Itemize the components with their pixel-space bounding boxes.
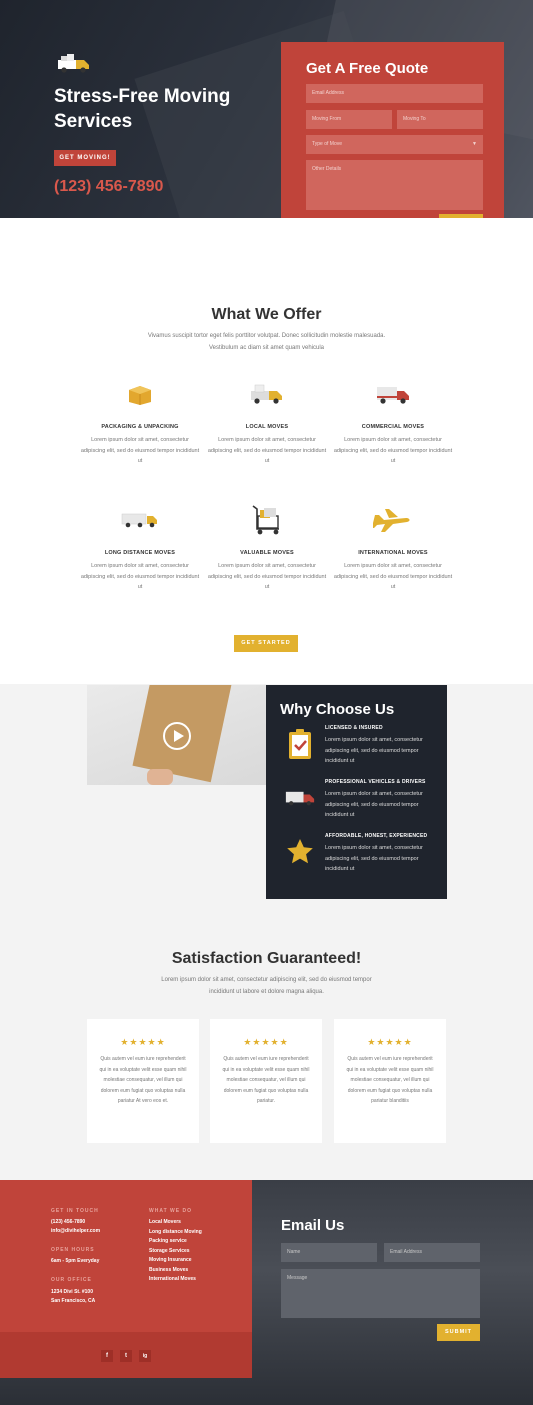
hand-image: [147, 769, 173, 785]
play-icon[interactable]: [163, 722, 191, 750]
star-rating-icon: ★★★★★: [120, 1037, 166, 1047]
our-office-heading: OUR OFFICE: [51, 1277, 92, 1283]
quote-title: Get A Free Quote: [306, 60, 429, 77]
why-choose-us-panel: Why Choose Us LICENSED & INSURED Lorem i…: [266, 685, 447, 899]
why-item-name: AFFORDABLE, HONEST, EXPERIENCED: [325, 833, 428, 839]
open-hours-heading: OPEN HOURS: [51, 1247, 95, 1253]
footer-service-link[interactable]: Moving Insurance: [149, 1256, 192, 1266]
chevron-down-icon: ▼: [472, 141, 477, 147]
service-name: INTERNATIONAL MOVES: [358, 550, 428, 556]
service-name: PACKAGING & UNPACKING: [101, 424, 179, 430]
service-name: COMMERCIAL MOVES: [361, 424, 425, 430]
why-item-name: LICENSED & INSURED: [325, 725, 383, 731]
move-type-label: Type of Move: [312, 141, 343, 147]
star-icon: [285, 837, 315, 867]
truck-icon: [285, 783, 315, 813]
why-item-name: PROFESSIONAL VEHICLES & DRIVERS: [325, 779, 426, 785]
offer-section: What We Offer Vivamus suscipit tortor eg…: [0, 218, 533, 684]
twitter-icon[interactable]: t: [120, 1350, 132, 1362]
satisfaction-title: Satisfaction Guaranteed!: [171, 950, 362, 967]
star-rating-icon: ★★★★★: [367, 1037, 413, 1047]
what-we-do-heading: WHAT WE DO: [149, 1208, 192, 1214]
truck-icon: [58, 54, 89, 73]
clipboard-check-icon: [285, 729, 315, 759]
hero-phone[interactable]: (123) 456-7890: [54, 178, 163, 196]
testimonial-text: Quis autem vel eum iure reprehenderit qu…: [222, 1056, 310, 1104]
footer-service-link[interactable]: Local Movers: [149, 1218, 181, 1228]
red-truck-icon: [333, 380, 453, 408]
footer-service-link[interactable]: Long distance Moving: [149, 1228, 202, 1238]
testimonial-card: ★★★★★ Quis autem vel eum iure reprehende…: [210, 1019, 322, 1143]
footer-service-link[interactable]: International Moves: [149, 1275, 196, 1285]
email-address-field[interactable]: Email Address: [384, 1243, 480, 1262]
instagram-icon[interactable]: ig: [139, 1350, 151, 1362]
message-field[interactable]: Message: [281, 1269, 480, 1318]
other-details-field[interactable]: Other Details: [306, 160, 483, 210]
service-name: LOCAL MOVES: [245, 424, 289, 430]
footer-service-link[interactable]: Business Moves: [149, 1266, 188, 1276]
footer-service-link[interactable]: Storage Services: [149, 1247, 190, 1257]
service-item: LONG DISTANCE MOVES Lorem ipsum dolor si…: [80, 506, 200, 593]
service-desc: Lorem ipsum dolor sit amet, consectetur …: [80, 563, 200, 590]
email-us-title: Email Us: [281, 1217, 345, 1234]
testimonial-card: ★★★★★ Quis autem vel eum iure reprehende…: [87, 1019, 199, 1143]
get-in-touch-heading: GET IN TOUCH: [51, 1208, 99, 1214]
truck-icon: [207, 380, 327, 408]
moving-to-field[interactable]: Moving To: [397, 110, 483, 129]
box-icon: [80, 380, 200, 408]
star-rating-icon: ★★★★★: [243, 1037, 289, 1047]
satisfaction-subtitle: Lorem ipsum dolor sit amet, consectetur …: [161, 977, 372, 995]
quote-email-field[interactable]: Email Address: [306, 84, 483, 103]
service-desc: Lorem ipsum dolor sit amet, consectetur …: [207, 563, 327, 590]
footer-service-link[interactable]: Packing service: [149, 1237, 187, 1247]
footer-email[interactable]: info@divihelper.com: [51, 1227, 100, 1237]
service-item: VALUABLE MOVES Lorem ipsum dolor sit ame…: [207, 505, 327, 593]
service-desc: Lorem ipsum dolor sit amet, consectetur …: [333, 437, 453, 464]
footer-info-panel: [0, 1180, 252, 1332]
service-item: INTERNATIONAL MOVES Lorem ipsum dolor si…: [333, 506, 453, 593]
testimonial-text: Quis autem vel eum iure reprehenderit qu…: [99, 1056, 187, 1104]
offer-subtitle: Vivamus suscipit tortor eget felis portt…: [147, 333, 386, 351]
hero-title: Stress-Free Moving Services: [54, 86, 231, 132]
move-type-select[interactable]: Type of Move ▼: [306, 135, 483, 154]
why-title: Why Choose Us: [280, 701, 395, 718]
service-desc: Lorem ipsum dolor sit amet, consectetur …: [80, 437, 200, 464]
semi-truck-icon: [80, 506, 200, 534]
video-thumbnail[interactable]: [87, 685, 266, 785]
service-name: LONG DISTANCE MOVES: [104, 550, 176, 556]
testimonial-text: Quis autem vel eum iure reprehenderit qu…: [346, 1056, 434, 1104]
email-submit-button[interactable]: SUBMIT: [437, 1324, 480, 1341]
offer-title: What We Offer: [211, 306, 322, 323]
service-name: VALUABLE MOVES: [240, 550, 294, 556]
service-desc: Lorem ipsum dolor sit amet, consectetur …: [333, 563, 453, 590]
get-started-button[interactable]: GET STARTED: [234, 635, 298, 652]
service-item: PACKAGING & UNPACKING Lorem ipsum dolor …: [80, 380, 200, 467]
facebook-icon[interactable]: f: [101, 1350, 113, 1362]
service-item: COMMERCIAL MOVES Lorem ipsum dolor sit a…: [333, 380, 453, 467]
email-name-field[interactable]: Name: [281, 1243, 377, 1262]
get-moving-button[interactable]: GET MOVING!: [54, 150, 116, 166]
why-item-desc: Lorem ipsum dolor sit amet, consectetur …: [325, 845, 423, 872]
footer-address-line2: San Francisco, CA: [51, 1298, 96, 1304]
hand-cart-icon: [207, 505, 327, 535]
service-item: LOCAL MOVES Lorem ipsum dolor sit amet, …: [207, 380, 327, 467]
moving-from-field[interactable]: Moving From: [306, 110, 392, 129]
why-item-desc: Lorem ipsum dolor sit amet, consectetur …: [325, 791, 423, 818]
service-desc: Lorem ipsum dolor sit amet, consectetur …: [207, 437, 327, 464]
why-item-desc: Lorem ipsum dolor sit amet, consectetur …: [325, 737, 423, 764]
footer-hours: 6am - 5pm Everyday: [51, 1258, 100, 1264]
testimonial-card: ★★★★★ Quis autem vel eum iure reprehende…: [334, 1019, 446, 1143]
airplane-icon: [333, 506, 453, 534]
